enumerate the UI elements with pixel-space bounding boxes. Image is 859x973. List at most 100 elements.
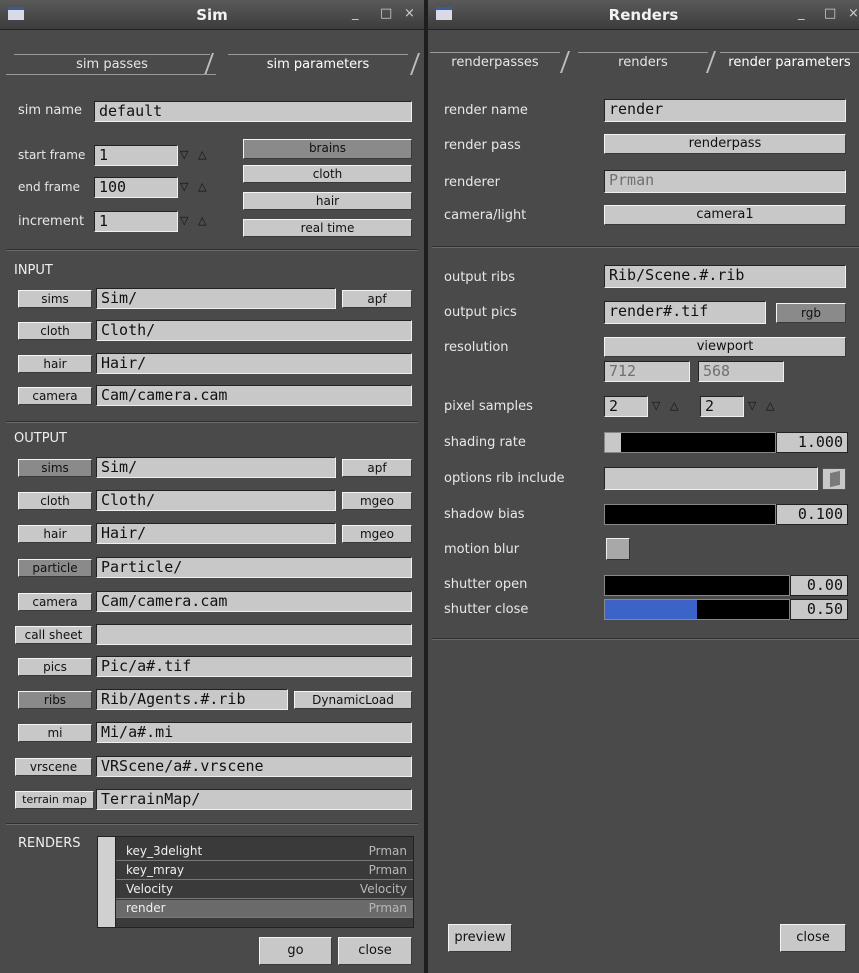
output-pics-button[interactable]: pics — [18, 658, 92, 676]
end-frame-down-icon[interactable]: ▽ — [180, 180, 200, 196]
close-button[interactable]: close — [780, 924, 846, 952]
renderer-field: Prman — [604, 170, 846, 193]
shutter-close-value[interactable]: 0.50 — [790, 599, 848, 620]
output-call-sheet-button[interactable]: call sheet — [15, 626, 92, 644]
list-item[interactable]: key_3delight Prman — [116, 843, 413, 861]
real-time-button[interactable]: real time — [243, 219, 412, 237]
input-apf-button[interactable]: apf — [342, 290, 412, 308]
output-particle-button[interactable]: particle — [18, 559, 92, 577]
output-vrscene-button[interactable]: vrscene — [15, 758, 92, 776]
maximize-icon[interactable]: □ — [380, 6, 392, 21]
renders-list[interactable]: key_3delight Prman key_mray Prman Velocity… — [97, 836, 414, 928]
pixel-samples-x-up-icon[interactable]: △ — [670, 399, 690, 415]
minimize-icon[interactable]: _ — [798, 6, 805, 21]
tab-renders[interactable]: renders — [578, 52, 708, 72]
output-hair-mgeo-button[interactable]: mgeo — [342, 525, 412, 543]
input-hair-field[interactable]: Hair/ — [96, 353, 412, 374]
output-mi-field[interactable]: Mi/a#.mi — [96, 722, 412, 743]
increment-down-icon[interactable]: ▽ — [180, 214, 200, 230]
output-vrscene-field[interactable]: VRScene/a#.vrscene — [96, 756, 412, 777]
end-frame-up-icon[interactable]: △ — [198, 180, 218, 196]
hair-toggle-button[interactable]: hair — [243, 192, 412, 210]
output-terrain-map-field[interactable]: TerrainMap/ — [96, 789, 412, 810]
shadow-bias-slider[interactable] — [604, 504, 776, 525]
renders-titlebar[interactable]: Renders _ □ × — [428, 0, 859, 30]
output-pics-field[interactable]: Pic/a#.tif — [96, 656, 412, 677]
input-sims-button[interactable]: sims — [18, 290, 92, 308]
output-pics-field[interactable]: render#.tif — [604, 301, 766, 324]
dynamic-load-button[interactable]: DynamicLoad — [294, 691, 412, 709]
sim-titlebar[interactable]: Sim _ □ × — [0, 0, 424, 30]
input-cloth-field[interactable]: Cloth/ — [96, 320, 412, 341]
start-frame-down-icon[interactable]: ▽ — [180, 148, 200, 164]
output-hair-field[interactable]: Hair/ — [96, 523, 336, 544]
output-ribs-button[interactable]: ribs — [18, 691, 92, 709]
output-ribs-field[interactable]: Rib/Scene.#.rib — [604, 265, 846, 288]
pixel-samples-x-down-icon[interactable]: ▽ — [652, 399, 672, 415]
resolution-button[interactable]: viewport — [604, 337, 846, 357]
shadow-bias-value[interactable]: 0.100 — [776, 504, 848, 525]
list-item[interactable]: Velocity Velocity — [116, 881, 413, 899]
output-camera-field[interactable]: Cam/camera.cam — [96, 591, 412, 612]
sim-name-field[interactable]: default — [94, 101, 412, 122]
list-scrollbar[interactable] — [98, 837, 116, 927]
tab-renderpasses[interactable]: renderpasses — [430, 52, 560, 72]
render-renderer: Prman — [368, 863, 407, 877]
cloth-toggle-button[interactable]: cloth — [243, 165, 412, 183]
maximize-icon[interactable]: □ — [824, 6, 836, 21]
shutter-open-label: shutter open — [444, 577, 528, 592]
brains-button[interactable]: brains — [243, 139, 412, 159]
pixel-samples-x-field[interactable]: 2 — [604, 396, 648, 417]
tab-sim-parameters[interactable]: sim parameters — [228, 54, 408, 74]
output-sims-field[interactable]: Sim/ — [96, 457, 336, 478]
start-frame-field[interactable]: 1 — [94, 145, 178, 166]
output-particle-field[interactable]: Particle/ — [96, 557, 412, 578]
input-sims-field[interactable]: Sim/ — [96, 288, 336, 309]
go-button[interactable]: go — [259, 937, 332, 965]
render-pass-button[interactable]: renderpass — [604, 134, 846, 154]
output-apf-button[interactable]: apf — [342, 459, 412, 477]
rgb-button[interactable]: rgb — [776, 303, 846, 323]
renderer-label: renderer — [444, 175, 500, 190]
shading-rate-value[interactable]: 1.000 — [776, 432, 848, 453]
end-frame-field[interactable]: 100 — [94, 177, 178, 198]
preview-button[interactable]: preview — [448, 924, 512, 952]
output-terrain-map-button[interactable]: terrain map — [15, 791, 94, 809]
start-frame-up-icon[interactable]: △ — [198, 148, 218, 164]
input-cloth-button[interactable]: cloth — [18, 322, 92, 340]
increment-up-icon[interactable]: △ — [198, 214, 218, 230]
options-rib-field[interactable] — [604, 467, 818, 490]
output-cloth-button[interactable]: cloth — [18, 492, 92, 510]
input-camera-field[interactable]: Cam/camera.cam — [96, 385, 412, 406]
render-name-field[interactable]: render — [604, 99, 846, 122]
close-button[interactable]: close — [338, 937, 412, 965]
output-cloth-mgeo-button[interactable]: mgeo — [342, 492, 412, 510]
output-mi-button[interactable]: mi — [18, 724, 92, 742]
list-item[interactable]: render Prman — [116, 900, 413, 918]
camera-light-button[interactable]: camera1 — [604, 205, 846, 225]
tab-sim-passes[interactable]: sim passes — [14, 54, 210, 74]
output-sims-button[interactable]: sims — [18, 459, 92, 477]
pixel-samples-y-field[interactable]: 2 — [700, 396, 744, 417]
output-camera-button[interactable]: camera — [18, 593, 92, 611]
pixel-samples-y-down-icon[interactable]: ▽ — [748, 399, 768, 415]
motion-blur-checkbox[interactable] — [606, 538, 630, 560]
output-hair-button[interactable]: hair — [18, 525, 92, 543]
input-camera-button[interactable]: camera — [18, 387, 92, 405]
minimize-icon[interactable]: _ — [352, 6, 359, 21]
increment-field[interactable]: 1 — [94, 211, 178, 232]
shutter-open-slider[interactable] — [604, 575, 790, 596]
tab-render-parameters[interactable]: render parameters — [720, 52, 859, 72]
folder-icon[interactable] — [822, 468, 846, 490]
output-call-sheet-field[interactable] — [96, 624, 412, 645]
pixel-samples-y-up-icon[interactable]: △ — [766, 399, 786, 415]
list-item[interactable]: key_mray Prman — [116, 862, 413, 880]
shutter-open-value[interactable]: 0.00 — [790, 575, 848, 596]
output-cloth-field[interactable]: Cloth/ — [96, 490, 336, 511]
input-hair-button[interactable]: hair — [18, 355, 92, 373]
close-icon[interactable]: × — [404, 6, 415, 21]
shutter-close-slider[interactable] — [604, 599, 790, 620]
close-icon[interactable]: × — [848, 6, 859, 21]
shading-rate-slider[interactable] — [604, 432, 776, 453]
output-ribs-field[interactable]: Rib/Agents.#.rib — [96, 689, 288, 710]
